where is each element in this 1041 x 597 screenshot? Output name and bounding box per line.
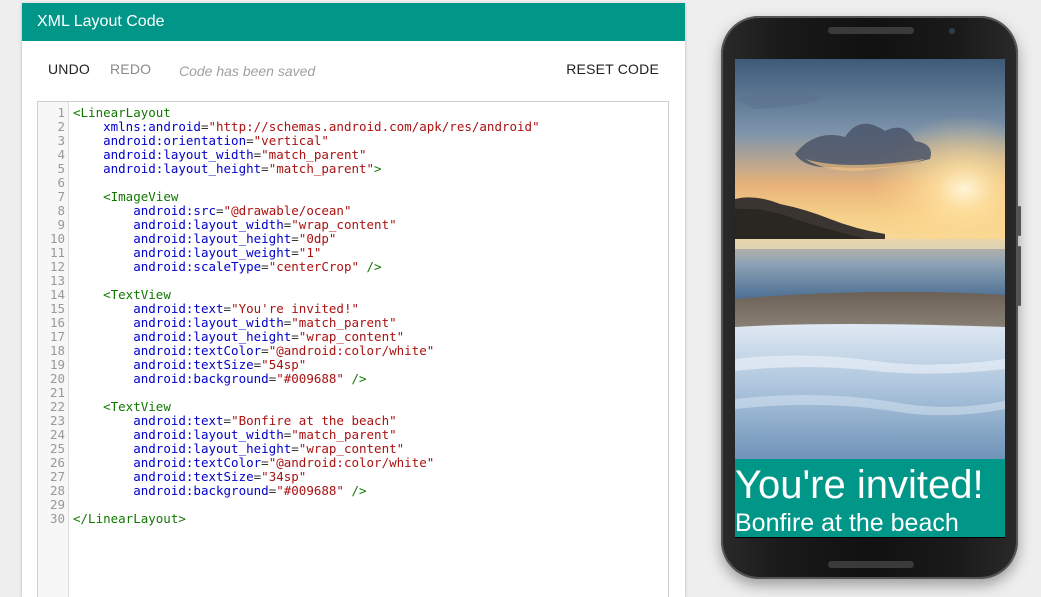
redo-button[interactable]: REDO [110, 59, 151, 79]
line-number: 16 [49, 315, 65, 330]
code-line: android:src="@drawable/ocean" [133, 203, 352, 218]
toolbar: UNDO REDO Code has been saved RESET CODE [22, 41, 685, 101]
bottom-speaker [828, 561, 914, 568]
line-number: 6 [57, 175, 65, 190]
volume-button [1018, 206, 1021, 236]
line-number: 28 [49, 483, 65, 498]
code-line: android:layout_height="wrap_content" [133, 329, 405, 344]
code-line: <TextView [103, 287, 171, 302]
code-line: android:textSize="34sp" [133, 469, 307, 484]
code-line: android:layout_height="match_parent"> [103, 161, 382, 176]
code-line: <TextView [103, 399, 171, 414]
line-number: 20 [49, 371, 65, 386]
line-number: 4 [57, 147, 65, 162]
line-number: 2 [57, 119, 65, 134]
line-number: 5 [57, 161, 65, 176]
code-line: android:layout_width="match_parent" [133, 315, 397, 330]
line-number: 23 [49, 413, 65, 428]
line-number: 8 [57, 203, 65, 218]
line-number-gutter: 1 2 3 4 5 6 7 8 9 10 11 12 13 14 15 16 17 18 19 20 21 22 23 24 2… [38, 102, 69, 597]
undo-button[interactable]: UNDO [48, 59, 90, 79]
code-line: android:scaleType="centerCrop" /> [133, 259, 382, 274]
code-line: <LinearLayout [73, 105, 171, 120]
invite-banner: You're invited! Bonfire at the beach [735, 459, 1005, 537]
code-line: android:background="#009688" /> [133, 371, 367, 386]
code-panel: XML Layout Code UNDO REDO Code has been … [22, 3, 685, 597]
code-line: xmlns:android="http://schemas.android.co… [103, 119, 540, 134]
line-number: 3 [57, 133, 65, 148]
line-number: 11 [49, 245, 65, 260]
code-editor[interactable]: 1 2 3 4 5 6 7 8 9 10 11 12 13 14 15 16 17 18 19 20 21 22 23 24 2… [37, 101, 669, 597]
line-number: 25 [49, 441, 65, 456]
code-line: android:text="You're invited!" [133, 301, 359, 316]
line-number: 29 [49, 497, 65, 512]
code-line: android:textColor="@android:color/white" [133, 343, 435, 358]
invite-subtitle: Bonfire at the beach [735, 509, 959, 537]
code-line: <ImageView [103, 189, 179, 204]
front-camera [949, 28, 955, 34]
line-number: 26 [49, 455, 65, 470]
line-number: 9 [57, 217, 65, 232]
code-line: android:layout_height="0dp" [133, 231, 337, 246]
line-number: 1 [57, 105, 65, 120]
save-status: Code has been saved [179, 63, 316, 79]
line-number: 17 [49, 329, 65, 344]
line-number: 30 [49, 511, 65, 526]
code-line: android:text="Bonfire at the beach" [133, 413, 397, 428]
line-number: 27 [49, 469, 65, 484]
code-line: android:layout_height="wrap_content" [133, 441, 405, 456]
code-line: android:layout_width="match_parent" [103, 147, 367, 162]
power-button [1018, 246, 1021, 306]
line-number: 22 [49, 399, 65, 414]
code-line: android:layout_weight="1" [133, 245, 322, 260]
top-speaker [828, 27, 914, 34]
line-number: 14 [49, 287, 65, 302]
phone-preview: You're invited! Bonfire at the beach [721, 16, 1021, 579]
line-number: 19 [49, 357, 65, 372]
code-content[interactable]: <LinearLayout xmlns:android="http://sche… [73, 106, 540, 526]
line-number: 7 [57, 189, 65, 204]
ocean-image [735, 59, 1005, 459]
code-line: android:background="#009688" /> [133, 483, 367, 498]
reset-code-button[interactable]: RESET CODE [566, 59, 659, 79]
code-line: android:textColor="@android:color/white" [133, 455, 435, 470]
invite-title: You're invited! [735, 463, 984, 507]
line-number: 10 [49, 231, 65, 246]
code-line: </LinearLayout> [73, 511, 186, 526]
code-line: android:orientation="vertical" [103, 133, 329, 148]
line-number: 18 [49, 343, 65, 358]
panel-title: XML Layout Code [22, 3, 685, 41]
line-number: 13 [49, 273, 65, 288]
code-line: android:textSize="54sp" [133, 357, 307, 372]
line-number: 21 [49, 385, 65, 400]
phone-screen: You're invited! Bonfire at the beach [735, 59, 1005, 538]
line-number: 12 [49, 259, 65, 274]
line-numbers: 1 2 3 4 5 6 7 8 9 10 11 12 13 14 15 16 17 18 19 20 21 22 23 24 2… [38, 106, 65, 526]
line-number: 15 [49, 301, 65, 316]
code-line: android:layout_width="match_parent" [133, 427, 397, 442]
line-number: 24 [49, 427, 65, 442]
code-line: android:layout_width="wrap_content" [133, 217, 397, 232]
